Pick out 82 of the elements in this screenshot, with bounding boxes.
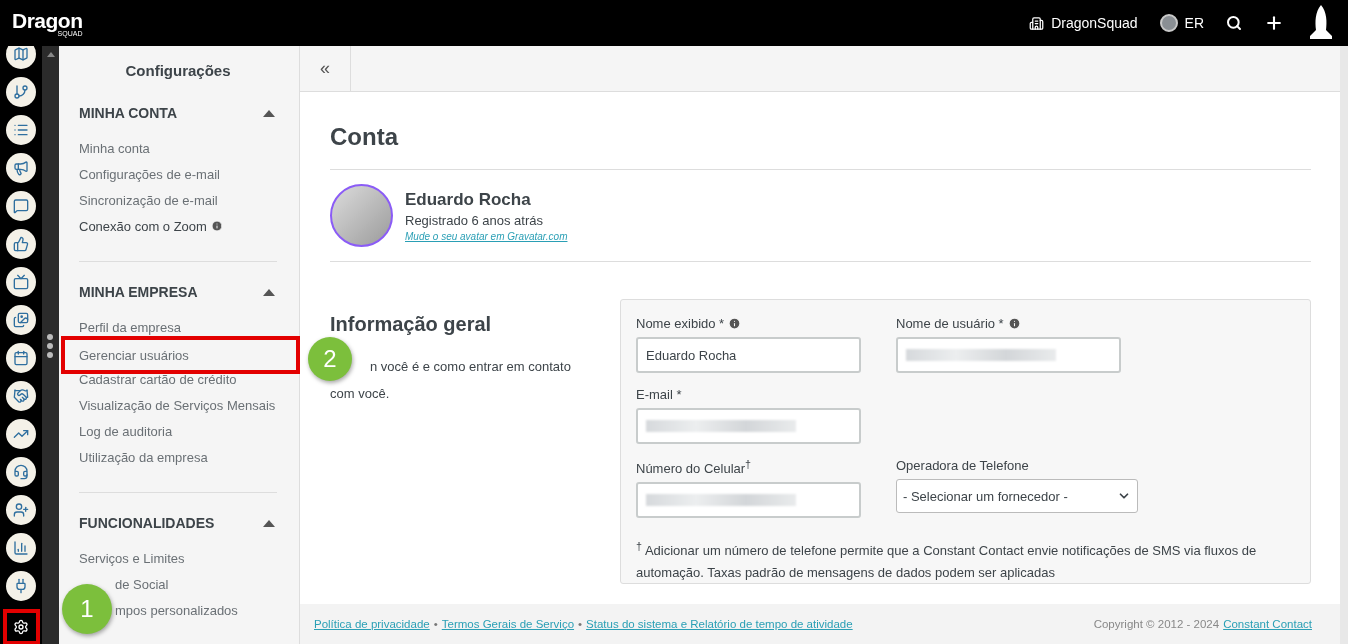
section-title: Informação geral bbox=[330, 313, 493, 336]
sidebar-item[interactable]: Visualização de Serviços Mensais bbox=[79, 397, 276, 413]
headset-icon bbox=[13, 464, 29, 480]
sidebar-item[interactable]: Configurações de e-mail bbox=[79, 166, 220, 182]
sidebar-item[interactable]: Perfil da empresa bbox=[79, 319, 181, 335]
images-icon bbox=[13, 312, 29, 328]
section-header[interactable]: MINHA EMPRESA bbox=[79, 284, 277, 300]
rail-button[interactable] bbox=[6, 191, 36, 221]
scrollbar[interactable] bbox=[1340, 46, 1348, 644]
map-icon bbox=[13, 46, 29, 62]
rail-button[interactable] bbox=[6, 153, 36, 183]
list-icon bbox=[13, 122, 29, 138]
drag-handle-icon[interactable] bbox=[46, 333, 54, 359]
megaphone-icon bbox=[13, 160, 29, 176]
sidebar-item[interactable]: Serviços e Limites bbox=[79, 550, 185, 566]
scroll-up-icon[interactable] bbox=[46, 52, 55, 57]
sms-note: $^{†}$ Adicionar um número de telefone permite que a Constant Contact envie notificações de SMS via fluxos de automação. Taxas padrão de mensagens de dados podem ser aplicadas bbox=[636, 539, 1258, 582]
field-label: Nome exibido * bbox=[636, 316, 725, 331]
section-header[interactable]: MINHA CONTA bbox=[79, 105, 277, 121]
sidebar-item[interactable]: Utilização da empresa bbox=[79, 449, 208, 465]
rail-button[interactable] bbox=[6, 381, 36, 411]
sidebar-item[interactable]: Cadastrar cartão de crédito bbox=[79, 371, 237, 387]
footer-link[interactable]: Termos Gerais de Serviço bbox=[441, 618, 575, 630]
branch-icon bbox=[13, 84, 29, 100]
description-line: com você. bbox=[330, 385, 390, 403]
calendar-icon bbox=[13, 350, 29, 366]
input-field[interactable] bbox=[636, 408, 861, 444]
copyright-text: Copyright © 2012 - 2024 bbox=[1093, 618, 1220, 630]
brand-link[interactable]: Constant Contact bbox=[1223, 618, 1312, 630]
input-field[interactable]: Eduardo Rocha bbox=[636, 337, 861, 373]
user-avatar[interactable] bbox=[1159, 14, 1178, 32]
settings-icon bbox=[13, 619, 29, 635]
rail-button[interactable] bbox=[6, 419, 36, 449]
input-field[interactable] bbox=[896, 337, 1121, 373]
rail-button[interactable] bbox=[6, 229, 36, 259]
field-label: Número do Celular$^{†}$ bbox=[636, 458, 752, 477]
rail-button[interactable] bbox=[6, 457, 36, 487]
company-name[interactable]: DragonSquad bbox=[1051, 15, 1138, 31]
registration-text: Registrado 6 anos atrás bbox=[405, 212, 545, 228]
footer-link[interactable]: Status do sistema e Relatório de tempo de atividade bbox=[586, 618, 853, 630]
page-title: Conta bbox=[330, 123, 400, 151]
description-line: n você é e como entrar em contato bbox=[370, 358, 571, 376]
sidebar-item[interactable]: Minha conta bbox=[79, 140, 150, 156]
footer-link[interactable]: Política de privacidade bbox=[314, 618, 430, 630]
sidebar-item[interactable]: Sincronização de e-mail bbox=[79, 192, 218, 208]
add-icon[interactable] bbox=[1264, 13, 1284, 33]
rail-button[interactable] bbox=[6, 46, 36, 69]
rail-button[interactable] bbox=[6, 305, 36, 335]
rail-button[interactable] bbox=[6, 77, 36, 107]
rail-button[interactable] bbox=[6, 115, 36, 145]
carrier-select[interactable]: - Selecionar um fornecedor - bbox=[896, 479, 1138, 513]
sidebar-item[interactable]: de Social bbox=[115, 576, 169, 592]
gravatar-link[interactable]: Mude o seu avatar em Gravatar.com bbox=[405, 230, 568, 242]
bar-chart-icon bbox=[13, 540, 29, 556]
sidebar-title: Configurações bbox=[124, 62, 232, 79]
field-label: Operadora de Telefone bbox=[896, 458, 1030, 473]
section-header[interactable]: FUNCIONALIDADES bbox=[79, 515, 277, 531]
highlighted-rail-button[interactable] bbox=[2, 609, 40, 644]
rail-button[interactable] bbox=[6, 571, 36, 601]
user-initials[interactable]: ER bbox=[1184, 15, 1204, 31]
separator: • bbox=[433, 618, 438, 630]
rail-button[interactable] bbox=[6, 343, 36, 373]
sidebar-item[interactable]: mpos personalizados bbox=[115, 602, 238, 618]
input-field[interactable] bbox=[636, 482, 861, 519]
separator: • bbox=[578, 618, 583, 630]
rail-button[interactable] bbox=[6, 533, 36, 563]
thumbs-up-icon bbox=[13, 236, 29, 252]
sidebar-item[interactable]: Conexão com o Zoom bbox=[79, 218, 207, 234]
chat-icon bbox=[13, 198, 29, 214]
user-name: Eduardo Rocha bbox=[405, 189, 532, 210]
plug-icon bbox=[13, 578, 29, 594]
rail-button[interactable] bbox=[6, 495, 36, 525]
tv-icon bbox=[13, 274, 29, 290]
add-user-icon bbox=[13, 502, 29, 518]
handshake-icon bbox=[13, 388, 29, 404]
rail-button[interactable] bbox=[6, 267, 36, 297]
sidebar-item[interactable]: Log de auditoria bbox=[79, 423, 173, 439]
field-label: E-mail * bbox=[636, 387, 682, 402]
search-icon[interactable] bbox=[1226, 15, 1242, 31]
building-icon bbox=[1029, 15, 1045, 31]
field-label: Nome de usuário * bbox=[896, 316, 1004, 331]
highlighted-sidebar-item[interactable]: Gerenciar usuários bbox=[61, 336, 300, 374]
